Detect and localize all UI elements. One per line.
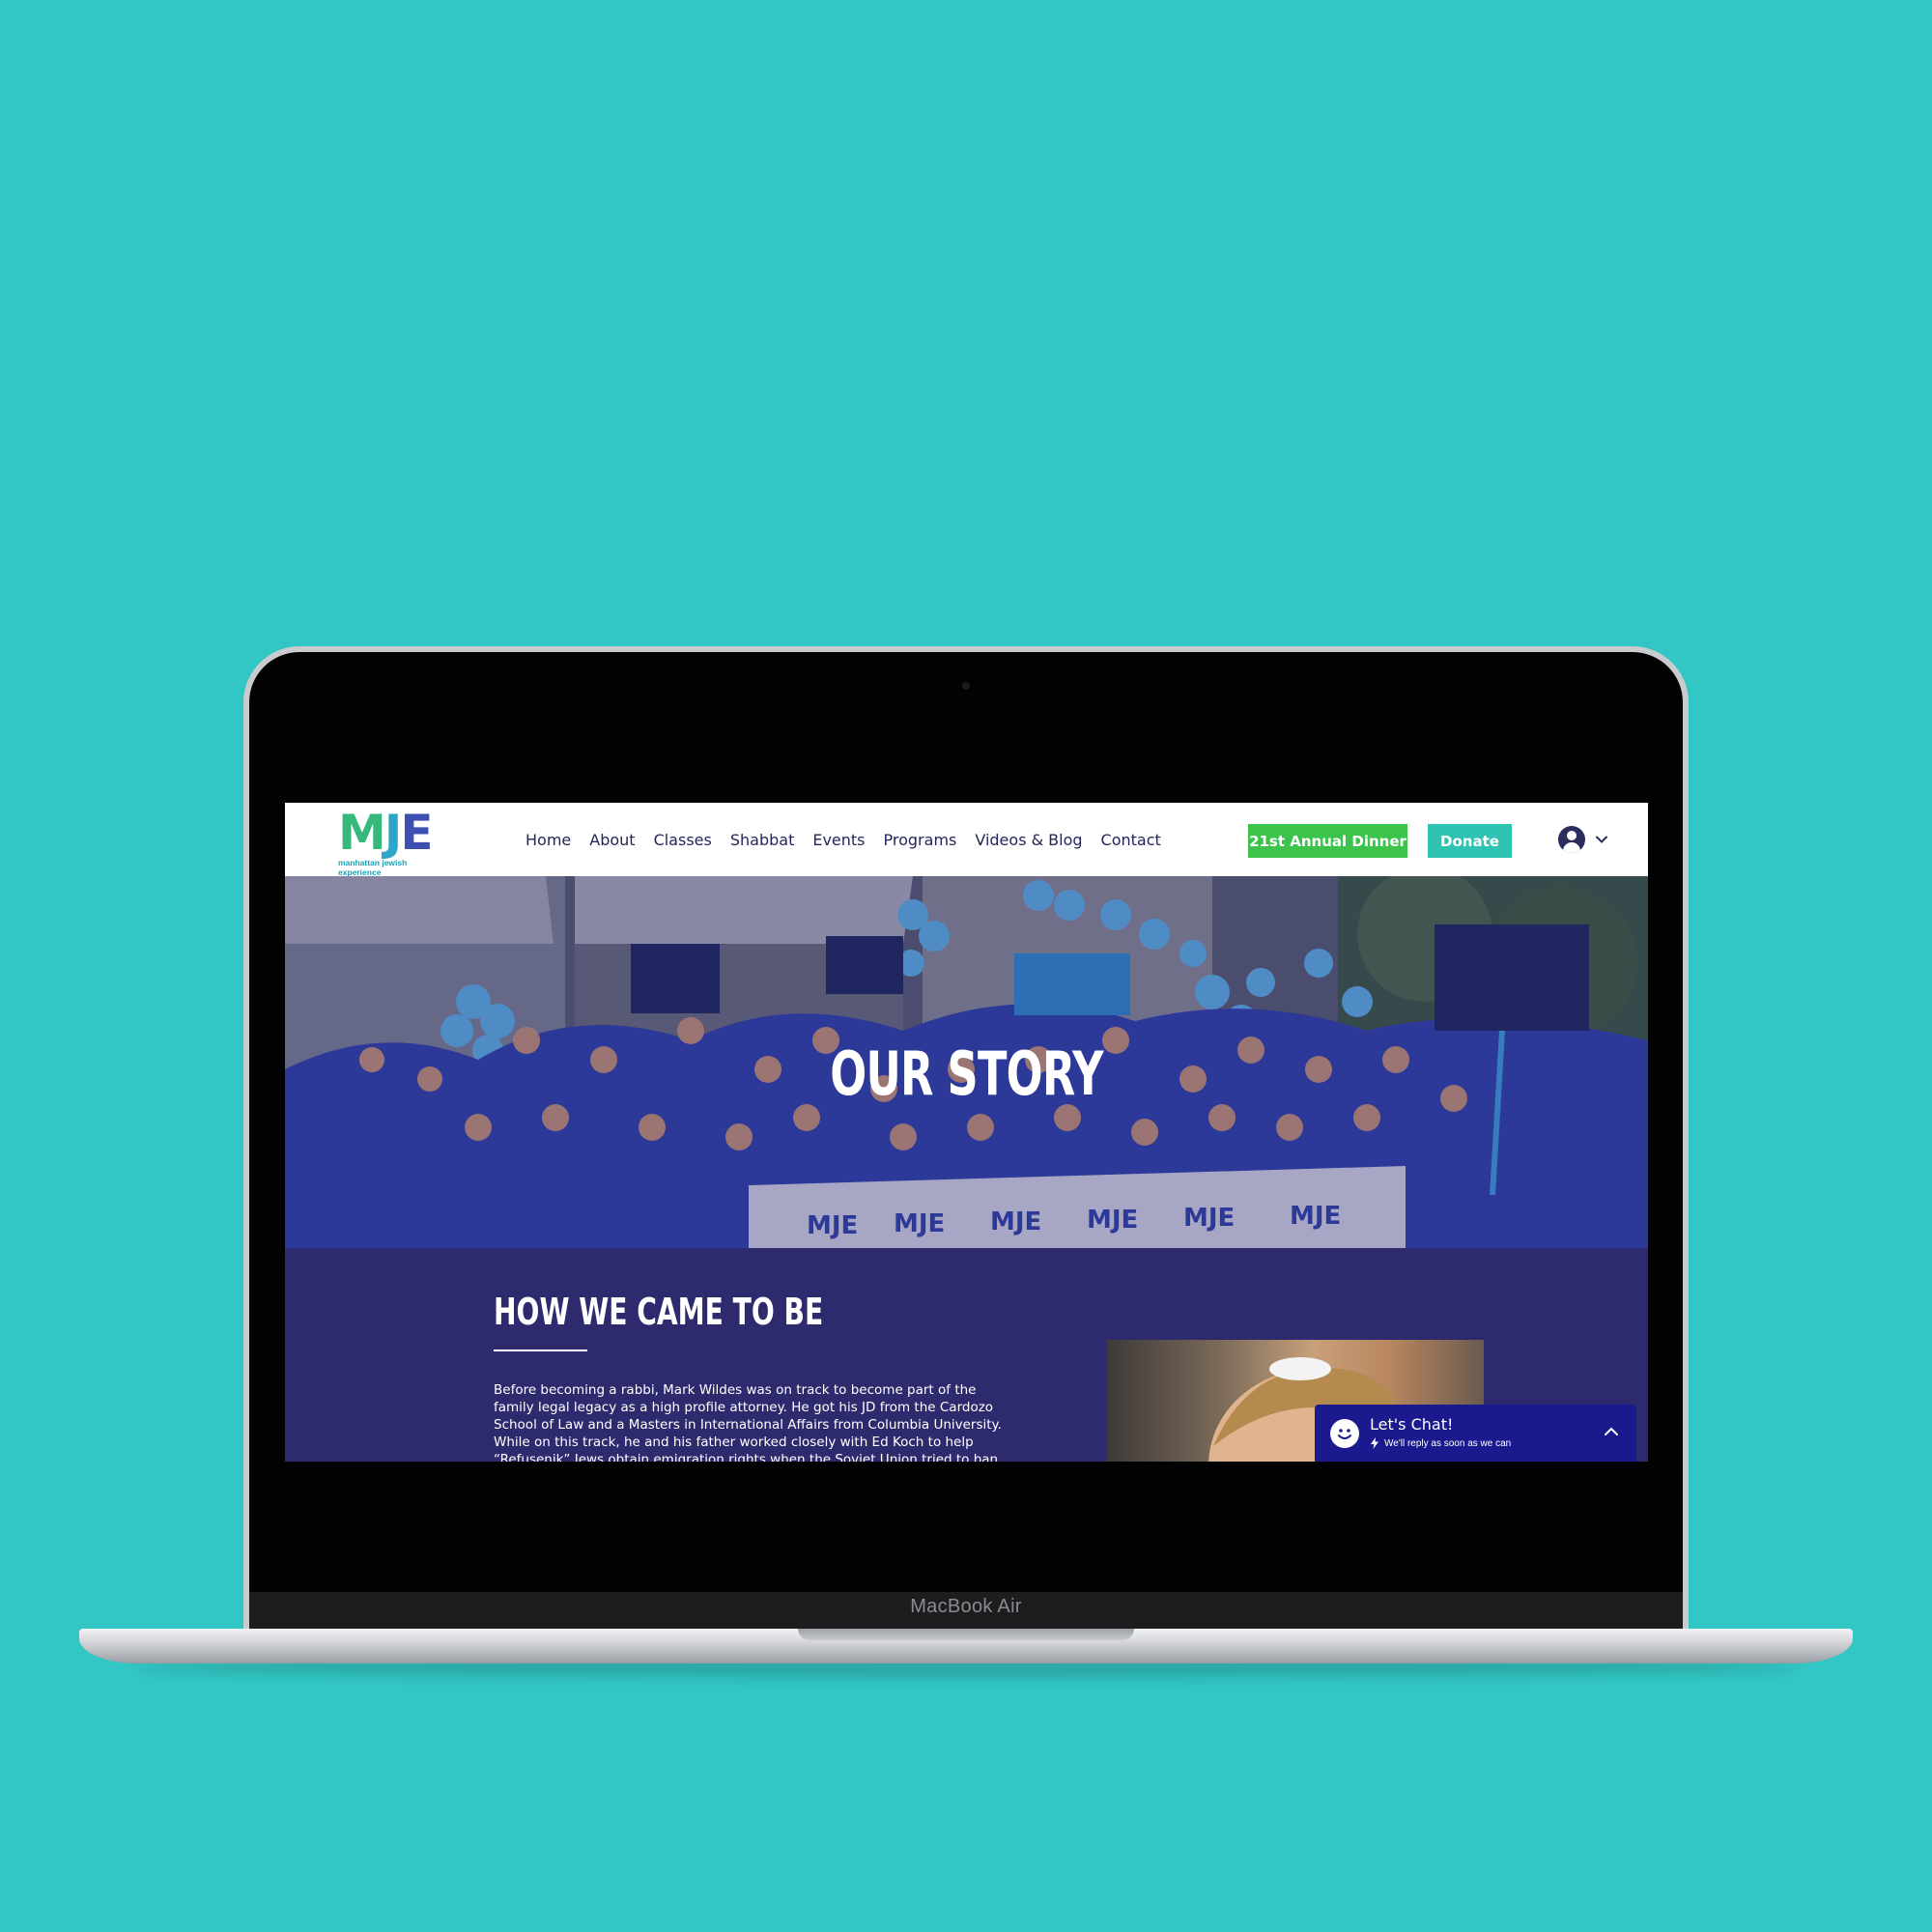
chat-title: Let's Chat! [1370,1415,1454,1434]
chat-subtitle: We'll reply as soon as we can [1384,1437,1512,1449]
hero-banner: MJE MJE MJE MJE MJE MJE OUR STORY [285,876,1648,1248]
nav-videos-blog[interactable]: Videos & Blog [975,831,1082,849]
account-menu[interactable] [1558,825,1616,854]
main-nav: Home About Classes Shabbat Events Progra… [526,803,1179,876]
story-heading: HOW WE CAME TO BE [494,1291,824,1333]
chevron-down-icon [1596,836,1607,843]
logo-mark: MJE [338,805,434,861]
chevron-up-icon[interactable] [1604,1426,1619,1437]
donate-button[interactable]: Donate [1428,824,1512,858]
heading-divider [494,1350,587,1351]
browser-viewport: MJE manhattan jewish experience Home Abo… [285,803,1648,1462]
device-label: MacBook Air [910,1596,1022,1617]
laptop-notch [798,1629,1134,1640]
smiley-icon [1330,1419,1359,1448]
chat-subtitle-row: We'll reply as soon as we can [1370,1437,1511,1449]
nav-classes[interactable]: Classes [654,831,712,849]
lightning-bolt-icon [1371,1437,1378,1449]
user-avatar-icon [1558,826,1585,853]
nav-programs[interactable]: Programs [884,831,957,849]
hero-title: OUR STORY [830,1038,1103,1109]
story-body: Before becoming a rabbi, Mark Wildes was… [494,1382,1002,1462]
nav-about[interactable]: About [589,831,635,849]
camera-icon [962,682,970,690]
nav-home[interactable]: Home [526,831,571,849]
nav-shabbat[interactable]: Shabbat [730,831,795,849]
logo-subtitle: manhattan jewish experience [338,858,408,877]
chat-widget[interactable]: Let's Chat! We'll reply as soon as we ca… [1315,1405,1636,1462]
site-header: MJE manhattan jewish experience Home Abo… [285,803,1648,877]
nav-contact[interactable]: Contact [1101,831,1161,849]
nav-events[interactable]: Events [812,831,865,849]
mje-logo[interactable]: MJE manhattan jewish experience [338,805,446,877]
annual-dinner-button[interactable]: 21st Annual Dinner [1248,824,1407,858]
